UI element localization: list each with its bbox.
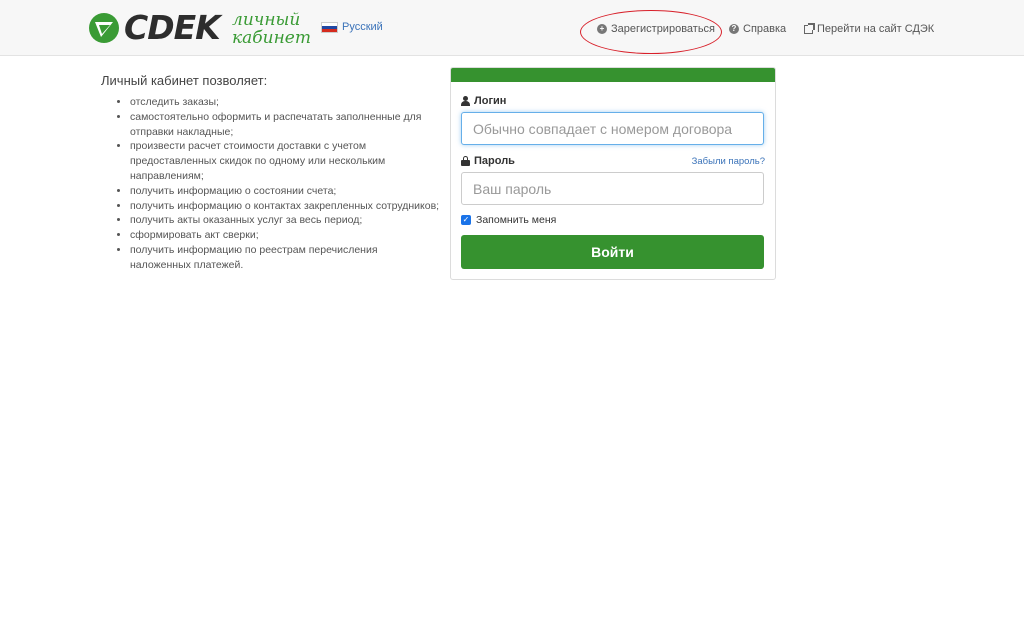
language-label[interactable]: Русский [342,21,383,33]
password-input[interactable] [461,172,764,205]
login-panel-header [451,68,775,82]
lock-icon [461,156,470,166]
feature-item: отследить заказы; [130,95,440,110]
password-label-text: Пароль [474,155,515,167]
go-to-site-label[interactable]: Перейти на сайт СДЭК [817,23,934,35]
help-link[interactable]: ? Справка [729,23,786,35]
question-circle-icon: ? [729,24,739,34]
brand-subtitle: личный кабинет [232,11,322,47]
russian-flag-icon [321,21,338,33]
go-to-site-link[interactable]: Перейти на сайт СДЭК [804,22,934,35]
language-switcher[interactable]: Русский [321,21,383,33]
feature-item: сформировать акт сверки; [130,228,440,243]
feature-item: получить информацию по реестрам перечисл… [130,243,440,273]
register-link[interactable]: + Зарегистрироваться [597,23,715,35]
feature-item: произвести расчет стоимости доставки с у… [130,139,440,183]
password-label: Пароль [461,155,515,167]
external-link-icon [804,22,815,34]
top-navigation-bar: CDEK личный кабинет Русский + Зарегистри… [0,0,1024,56]
login-label: Логин [461,95,506,107]
remember-me[interactable]: ✓ Запомнить меня [461,214,556,226]
register-label[interactable]: Зарегистрироваться [611,23,715,35]
feature-item: самостоятельно оформить и распечатать за… [130,110,440,140]
plus-circle-icon: + [597,24,607,34]
cdek-logo-icon[interactable] [89,13,119,43]
brand-subtitle-line2: кабинет [232,28,311,48]
forgot-password-link[interactable]: Забыли пароль? [692,156,765,167]
feature-item: получить информацию о состоянии счета; [130,184,440,199]
feature-item: получить акты оказанных услуг за весь пе… [130,213,440,228]
brand-wordmark[interactable]: CDEK [124,10,221,46]
help-label[interactable]: Справка [743,23,786,35]
intro-title: Личный кабинет позволяет: [101,73,268,88]
remember-me-label[interactable]: Запомнить меня [476,214,556,226]
user-icon [461,96,470,106]
login-button[interactable]: Войти [461,235,764,269]
feature-item: получить информацию о контактах закрепле… [130,199,440,214]
login-panel: Логин Пароль Забыли пароль? ✓ Запомнить … [450,67,776,280]
brand-subtitle-line1: личный [232,10,301,30]
login-input[interactable] [461,112,764,145]
feature-list: отследить заказы; самостоятельно оформит… [116,95,440,273]
login-label-text: Логин [474,95,507,107]
remember-me-checkbox[interactable]: ✓ [461,215,471,225]
